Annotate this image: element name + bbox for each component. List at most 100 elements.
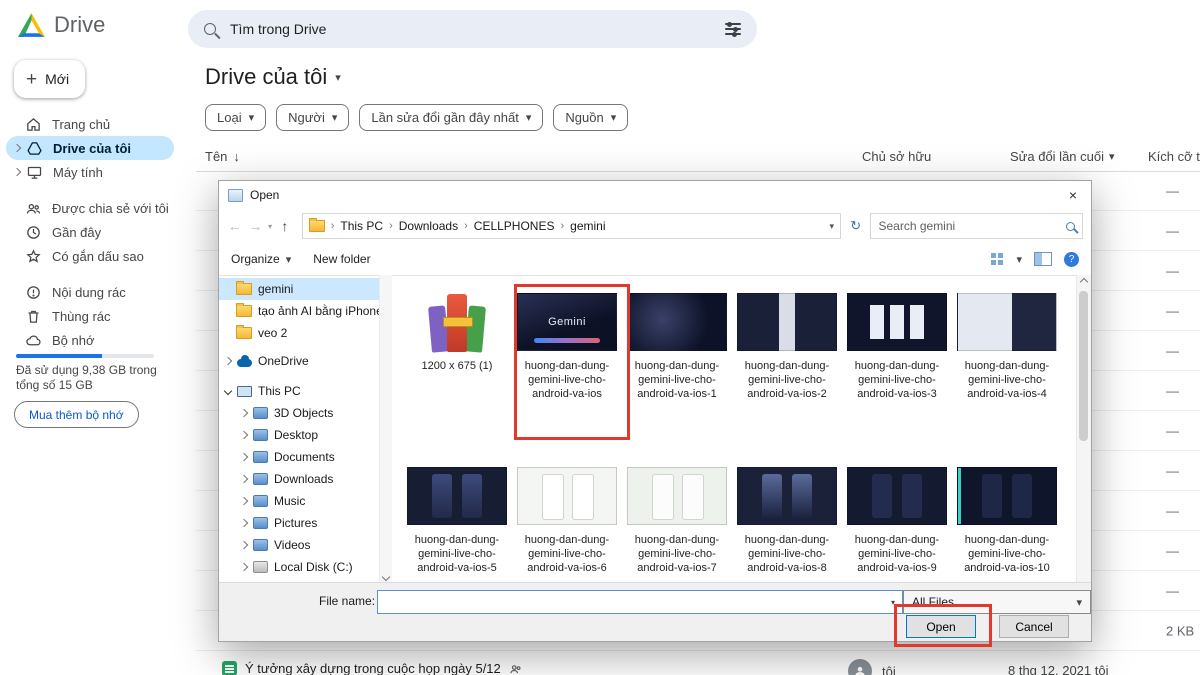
document-name: Ý tưởng xây dựng trong cuộc họp ngày 5/1… — [245, 661, 501, 675]
column-header-owner[interactable]: Chủ sở hữu — [862, 149, 931, 164]
breadcrumb-gemini[interactable]: gemini — [570, 219, 605, 233]
input-caret-icon[interactable]: ▾ — [884, 591, 902, 613]
sidebar-item-trash[interactable]: Thùng rác — [0, 304, 180, 328]
forward-icon[interactable]: → — [248, 218, 264, 234]
address-caret-icon[interactable]: ▾ — [830, 221, 835, 232]
file-item-gemini-5[interactable]: huong-dan-dung-gemini-live-cho-android-v… — [405, 463, 509, 583]
up-icon[interactable]: ↑ — [277, 218, 293, 234]
preview-pane-icon[interactable] — [1034, 252, 1052, 266]
file-item-gemini-main[interactable]: Gemini huong-dan-dung-gemini-live-cho-an… — [515, 289, 619, 463]
filter-chip-source[interactable]: Nguồn ▾ — [553, 104, 628, 131]
modified-date: 8 thg 12, 2021 tôi — [1008, 663, 1108, 675]
new-button[interactable]: + Mới — [14, 60, 85, 98]
drive-search-bar[interactable]: Tìm trong Drive — [188, 10, 757, 48]
file-item-gemini-3[interactable]: huong-dan-dung-gemini-live-cho-android-v… — [845, 289, 949, 463]
sidebar-item-recent[interactable]: Gần đây — [0, 220, 180, 244]
expander-icon[interactable] — [240, 475, 248, 483]
tree-item-music[interactable]: Music — [219, 490, 379, 512]
tree-item-documents[interactable]: Documents — [219, 446, 379, 468]
breadcrumb-cellphones[interactable]: CELLPHONES — [474, 219, 555, 233]
sidebar-item-storage[interactable]: Bộ nhớ — [0, 328, 180, 352]
new-folder-button[interactable]: New folder — [313, 252, 370, 266]
file-item-gemini-1[interactable]: huong-dan-dung-gemini-live-cho-android-v… — [625, 289, 729, 463]
filter-chip-people[interactable]: Người ▾ — [276, 104, 349, 131]
tree-item-downloads[interactable]: Downloads — [219, 468, 379, 490]
sidebar-item-shared[interactable]: Được chia sẻ với tôi — [0, 196, 180, 220]
open-button[interactable]: Open — [906, 615, 976, 638]
file-item-gemini-10[interactable]: huong-dan-dung-gemini-live-cho-android-v… — [955, 463, 1059, 583]
close-icon[interactable]: × — [1055, 181, 1091, 209]
expander-icon[interactable] — [224, 357, 232, 365]
filter-chip-type[interactable]: Loại ▾ — [205, 104, 266, 131]
tree-item-gemini[interactable]: gemini — [219, 278, 379, 300]
expander-icon[interactable] — [240, 541, 248, 549]
tree-item-desktop[interactable]: Desktop — [219, 424, 379, 446]
file-item-gemini-9[interactable]: huong-dan-dung-gemini-live-cho-android-v… — [845, 463, 949, 583]
caret-down-icon: ▾ — [286, 253, 292, 266]
organize-button[interactable]: Organize ▾ — [231, 252, 291, 266]
help-icon[interactable]: ? — [1064, 252, 1079, 267]
expander-icon[interactable] — [240, 453, 248, 461]
folder-icon — [309, 220, 325, 232]
tree-item-videos[interactable]: Videos — [219, 534, 379, 556]
file-item-gemini-4[interactable]: huong-dan-dung-gemini-live-cho-android-v… — [955, 289, 1059, 463]
folder-icon — [236, 305, 252, 317]
back-icon[interactable]: ← — [227, 218, 243, 234]
filter-chip-modified[interactable]: Lần sửa đổi gần đây nhất ▾ — [359, 104, 543, 131]
column-header-name[interactable]: Tên ↓ — [205, 149, 240, 164]
scroll-up-icon[interactable] — [1080, 278, 1088, 286]
breadcrumb-downloads[interactable]: Downloads — [399, 219, 458, 233]
table-row-document[interactable]: Ý tưởng xây dựng trong cuộc họp ngày 5/1… — [196, 651, 1200, 675]
sidebar-item-my-drive[interactable]: Drive của tôi — [6, 136, 174, 160]
view-mode-icon[interactable] — [991, 253, 1004, 266]
page-title[interactable]: Drive của tôi ▾ — [205, 64, 341, 90]
expander-icon[interactable] — [240, 519, 248, 527]
sidebar-item-home[interactable]: Trang chủ — [0, 112, 180, 136]
history-caret-icon[interactable]: ▾ — [268, 222, 272, 231]
document-icon — [222, 661, 237, 675]
expander-icon[interactable] — [240, 497, 248, 505]
tree-item-onedrive[interactable]: OneDrive — [219, 350, 379, 372]
filter-tune-icon[interactable] — [725, 23, 741, 35]
file-item-archive[interactable]: 1200 x 675 (1) — [405, 289, 509, 463]
caret-down-icon: ▾ — [335, 71, 341, 84]
sidebar-item-starred[interactable]: Có gắn dấu sao — [0, 244, 180, 268]
tree-item-tao-anh[interactable]: tạo ảnh AI bằng iPhone — [219, 300, 379, 322]
breadcrumb[interactable]: › This PC › Downloads › CELLPHONES › gem… — [302, 213, 841, 239]
expander-icon[interactable] — [240, 563, 248, 571]
sidebar-item-spam[interactable]: Nội dung rác — [0, 280, 180, 304]
cancel-button[interactable]: Cancel — [999, 615, 1069, 638]
file-item-gemini-7[interactable]: huong-dan-dung-gemini-live-cho-android-v… — [625, 463, 729, 583]
column-header-size[interactable]: Kích cỡ tệ — [1148, 149, 1200, 164]
file-item-gemini-2[interactable]: huong-dan-dung-gemini-live-cho-android-v… — [735, 289, 839, 463]
tree-item-veo2[interactable]: veo 2 — [219, 322, 379, 344]
scrollbar-thumb[interactable] — [1079, 291, 1088, 441]
view-caret-icon[interactable]: ▾ — [1016, 253, 1022, 266]
sidebar-item-computers[interactable]: Máy tính — [0, 160, 180, 184]
tree-item-pictures[interactable]: Pictures — [219, 512, 379, 534]
file-item-gemini-8[interactable]: huong-dan-dung-gemini-live-cho-android-v… — [735, 463, 839, 583]
storage-text: Đã sử dụng 9,38 GB trong tổng số 15 GB — [16, 363, 166, 393]
tree-item-local-disk[interactable]: Local Disk (C:) — [219, 556, 379, 578]
file-item-gemini-6[interactable]: huong-dan-dung-gemini-live-cho-android-v… — [515, 463, 619, 583]
file-name-input[interactable]: ▾ — [377, 590, 903, 614]
scroll-down-icon[interactable] — [382, 573, 390, 581]
refresh-icon[interactable]: ↻ — [846, 218, 865, 234]
file-type-select[interactable]: All Files ▾ — [903, 590, 1091, 614]
tree-item-3d-objects[interactable]: 3D Objects — [219, 402, 379, 424]
expander-icon[interactable] — [240, 431, 248, 439]
expander-icon[interactable] — [13, 168, 21, 176]
folder-icon — [236, 327, 252, 339]
dialog-search-box[interactable]: Search gemini — [870, 213, 1083, 239]
expander-icon[interactable] — [13, 144, 21, 152]
expander-icon[interactable] — [224, 387, 232, 395]
dialog-title: Open — [250, 188, 279, 202]
tree-item-this-pc[interactable]: This PC — [219, 380, 379, 402]
breadcrumb-this-pc[interactable]: This PC — [340, 219, 383, 233]
column-header-modified[interactable]: Sửa đổi lần cuối ▾ — [1010, 149, 1115, 164]
expander-icon[interactable] — [240, 409, 248, 417]
buy-storage-button[interactable]: Mua thêm bộ nhớ — [14, 401, 139, 428]
dialog-titlebar[interactable]: Open × — [219, 181, 1091, 209]
table-header: Tên ↓ Chủ sở hữu Sửa đổi lần cuối ▾ Kích… — [196, 146, 1200, 172]
file-list-scrollbar[interactable] — [1076, 275, 1091, 583]
